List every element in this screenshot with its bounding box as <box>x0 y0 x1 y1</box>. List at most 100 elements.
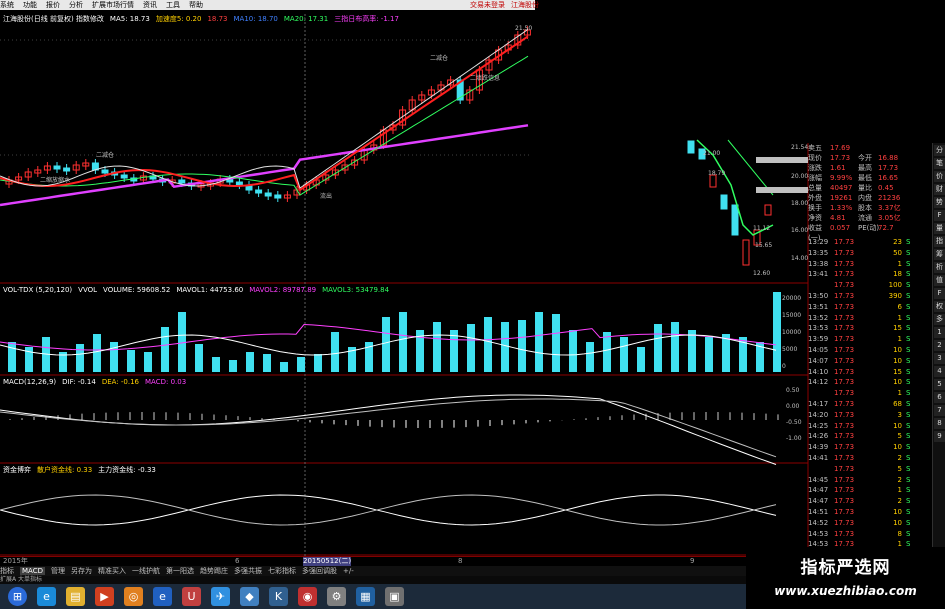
right-tool-button-8[interactable]: 筹 <box>934 249 945 260</box>
tick-row: 14:45 17.73 2 S <box>808 475 920 486</box>
right-tool-button-6[interactable]: 量 <box>934 223 945 234</box>
volume-bar <box>399 312 407 372</box>
right-tool-button-20[interactable]: 7 <box>934 405 945 416</box>
volume-bar <box>212 357 220 372</box>
app3-icon[interactable]: ▣ <box>385 587 404 606</box>
right-tool-button-9[interactable]: 析 <box>934 262 945 273</box>
tick-cell: 14:25 <box>808 421 829 430</box>
tab-2[interactable]: 管理 <box>51 567 65 575</box>
main-fund-line <box>0 494 777 526</box>
right-tool-button-4[interactable]: 势 <box>934 197 945 208</box>
tab-6[interactable]: 第一阳选 <box>166 567 194 575</box>
macd-axis-label-0: 0.50 <box>786 387 800 394</box>
mini-chart-label-0: 21.00 <box>703 150 720 157</box>
uc-icon[interactable]: U <box>182 587 201 606</box>
right-tool-button-22[interactable]: 9 <box>934 431 945 442</box>
volume-bar <box>569 330 577 372</box>
tick-cell: 17.73 <box>834 302 855 311</box>
tick-cell: 13:51 <box>808 302 829 311</box>
right-tool-button-12[interactable]: 权 <box>934 301 945 312</box>
quote-cell: 17.73 <box>830 154 851 162</box>
app-icon[interactable]: ◆ <box>240 587 259 606</box>
watermark: 指标严选网 www.xuezhibiao.com <box>746 547 945 609</box>
tab-0[interactable]: 指标 <box>0 567 14 575</box>
chrome-icon[interactable]: ◎ <box>124 587 143 606</box>
tick-cell: 10 <box>893 356 902 365</box>
right-tool-button-13[interactable]: 多 <box>934 314 945 325</box>
plane-icon[interactable]: ✈ <box>211 587 230 606</box>
right-tool-button-17[interactable]: 4 <box>934 366 945 377</box>
right-tool-button-7[interactable]: 指 <box>934 236 945 247</box>
k-icon[interactable]: K <box>269 587 288 606</box>
tab-4[interactable]: 精准买入 <box>98 567 126 575</box>
right-tool-button-18[interactable]: 5 <box>934 379 945 390</box>
quote-cell: 0.45 <box>878 184 894 192</box>
indicator-tab-bar[interactable]: 指标 MACD 管理 另存为 精准买入 一线护航 第一阳选 趋势踢庄 多强共振 七彩指标 多强回调股… <box>0 566 810 576</box>
tab-9[interactable]: 七彩指标 <box>268 567 296 575</box>
tab-5[interactable]: 一线护航 <box>132 567 160 575</box>
right-tool-button-14[interactable]: 1 <box>934 327 945 338</box>
right-tool-button-2[interactable]: 价 <box>934 171 945 182</box>
volume-bar <box>93 334 101 372</box>
tick-cell: 17.73 <box>834 281 855 290</box>
ie-alt-icon[interactable]: e <box>153 587 172 606</box>
tab-3[interactable]: 另存为 <box>71 567 92 575</box>
tool-icon[interactable]: ⚙ <box>327 587 346 606</box>
right-tool-button-5[interactable]: F <box>934 210 945 221</box>
right-tool-button-0[interactable]: 分 <box>934 145 945 156</box>
quote-cell: 量比 <box>858 184 872 192</box>
right-tool-button-16[interactable]: 3 <box>934 353 945 364</box>
quote-row: 现价 17.73 今开 16.88 <box>808 153 932 163</box>
volume-bar <box>501 322 509 372</box>
tick-cell: 1 <box>897 486 902 495</box>
chart-icon[interactable]: ▦ <box>356 587 375 606</box>
tick-cell: S <box>906 313 911 322</box>
tab-10[interactable]: 多强回调股 <box>302 567 337 575</box>
tick-cell: S <box>906 270 911 279</box>
media-icon[interactable]: ▶ <box>95 587 114 606</box>
right-tool-button-21[interactable]: 8 <box>934 418 945 429</box>
macd-axis-label-2: -0.50 <box>786 419 802 426</box>
tick-row: 14:07 17.73 10 S <box>808 356 920 367</box>
vol-item-3: MAVOL1: 44753.60 <box>176 286 244 294</box>
quote-cell: 9.99% <box>830 174 853 182</box>
folder-icon[interactable]: ▤ <box>66 587 85 606</box>
right-toolbar[interactable]: 分笔价财势F量指筹析值F权多123456789 <box>932 143 945 558</box>
tick-cell <box>808 280 834 291</box>
right-tool-button-11[interactable]: F <box>934 288 945 299</box>
right-tool-button-15[interactable]: 2 <box>934 340 945 351</box>
tick-row: 14:39 17.73 10 S <box>808 442 920 453</box>
tick-cell: 10 <box>893 421 902 430</box>
tab-11[interactable]: +/- <box>343 567 354 575</box>
tick-row: 14:26 17.73 5 S <box>808 431 920 442</box>
mini-candle <box>720 194 728 210</box>
main-chart-area[interactable]: 二减仓二缩放缩水21.50二减仓二填跌信息流出 2000015000100005… <box>0 0 810 560</box>
volume-bar <box>76 344 84 372</box>
mini-axis-label-2: 18.00 <box>791 200 808 207</box>
tick-row: 13:50 17.73 390 S <box>808 291 920 302</box>
right-tool-button-1[interactable]: 笔 <box>934 158 945 169</box>
mini-chart-label-2: 11.12 <box>753 225 770 232</box>
mini-candle <box>742 239 750 266</box>
right-tool-button-10[interactable]: 值 <box>934 275 945 286</box>
tick-cell: 14:07 <box>808 356 829 365</box>
tick-cell: 390 <box>888 291 902 300</box>
app2-icon[interactable]: ◉ <box>298 587 317 606</box>
ie-icon[interactable]: e <box>37 587 56 606</box>
quote-cell: 外盘 <box>808 194 822 202</box>
tab-1[interactable]: MACD <box>20 567 45 575</box>
right-tool-button-3[interactable]: 财 <box>934 184 945 195</box>
tick-row: 13:29 17.73 23 S <box>808 237 920 248</box>
start-orb-icon[interactable]: ⊞ <box>8 587 27 606</box>
right-tool-button-19[interactable]: 6 <box>934 392 945 403</box>
tab-7[interactable]: 趋势踢庄 <box>200 567 228 575</box>
tick-cell: 14:53 <box>808 529 829 538</box>
volume-axis-label-3: 5000 <box>782 346 797 353</box>
mini-axis-label-0: 21.54 <box>791 144 808 151</box>
tick-cell: 100 <box>888 281 902 290</box>
quote-cell: 17.73 <box>878 164 899 172</box>
tick-cell: S <box>906 421 911 430</box>
tab-8[interactable]: 多强共振 <box>234 567 262 575</box>
tick-row: 14:20 17.73 3 S <box>808 410 920 421</box>
tick-cell: 14:26 <box>808 432 829 441</box>
